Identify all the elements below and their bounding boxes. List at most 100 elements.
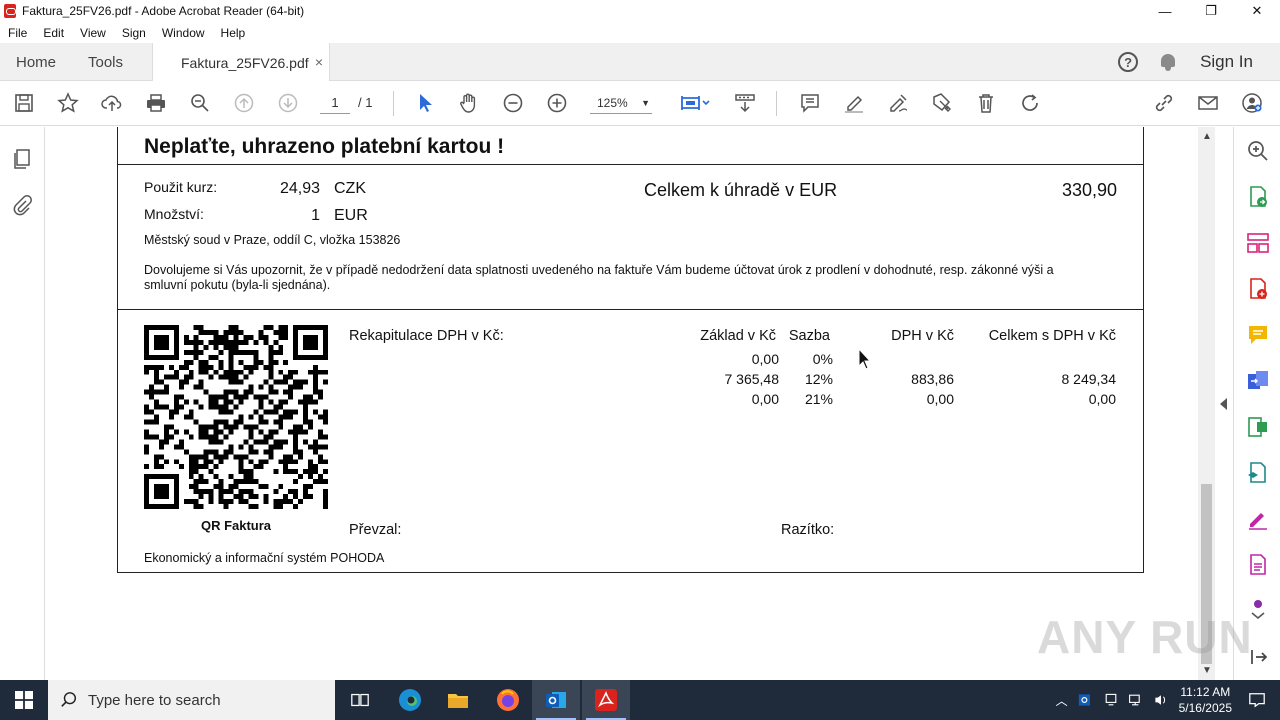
page-fit-icon[interactable]	[678, 91, 712, 115]
window-controls: — ❐ ✕	[1142, 0, 1280, 22]
menu-sign[interactable]: Sign	[114, 26, 154, 40]
collapse-right-panel-icon[interactable]	[1220, 398, 1227, 410]
close-tab-icon[interactable]: ×	[315, 54, 323, 70]
zoom-search-icon[interactable]	[188, 91, 212, 115]
rate-label: Použit kurz:	[144, 179, 218, 195]
upload-cloud-icon[interactable]	[100, 91, 124, 115]
menu-view[interactable]: View	[72, 26, 114, 40]
outlook-icon[interactable]	[532, 680, 580, 720]
edge-browser-icon[interactable]	[386, 680, 434, 720]
total-due-value: 330,90	[1061, 180, 1117, 200]
tab-row: Home Tools Faktura_25FV26.pdf × ? Sign I…	[0, 43, 1280, 82]
task-view-icon[interactable]	[336, 680, 384, 720]
stamp-label: Razítko:	[781, 522, 835, 538]
payment-status-heading: Neplaťte, uhrazeno platební kartou !	[144, 135, 505, 158]
menu-edit[interactable]: Edit	[35, 26, 72, 40]
highlight-pen-icon[interactable]	[842, 91, 866, 115]
create-pdf-icon[interactable]	[1246, 277, 1270, 301]
tab-tools[interactable]: Tools	[88, 43, 123, 81]
chevron-up-icon[interactable]: ︿	[1056, 692, 1068, 709]
received-by-label: Převzal:	[349, 522, 402, 538]
vat-header-base: Základ v Kč	[700, 328, 776, 344]
payment-notice-line-2: smluvní pokutu (byla-li sjednána).	[144, 278, 331, 292]
divider	[118, 164, 1143, 165]
stamp-sign-icon[interactable]	[930, 91, 954, 115]
combine-files-icon[interactable]	[1246, 369, 1270, 393]
scroll-up-arrow[interactable]: ▲	[1202, 131, 1212, 142]
sign-in-button[interactable]: Sign In	[1200, 52, 1253, 72]
zoom-level-value: 125%	[597, 96, 628, 110]
attachment-paperclip-icon[interactable]	[11, 194, 33, 216]
notifications-icon[interactable]	[1248, 691, 1266, 709]
star-icon[interactable]	[56, 91, 80, 115]
protect-pdf-icon[interactable]	[1246, 553, 1270, 577]
minimize-button[interactable]: —	[1142, 0, 1188, 22]
rotate-icon[interactable]	[1018, 91, 1042, 115]
qr-code-label: QR Faktura	[200, 518, 272, 533]
comment-tool-icon[interactable]	[1246, 323, 1270, 347]
share-link-icon[interactable]	[1152, 91, 1176, 115]
volume-icon[interactable]	[1153, 692, 1169, 708]
taskbar-search-box[interactable]: Type here to search	[48, 680, 335, 720]
draw-pen-icon[interactable]	[886, 91, 910, 115]
comment-icon[interactable]	[798, 91, 822, 115]
quantity-label: Množství:	[144, 206, 204, 222]
next-page-icon[interactable]	[276, 91, 300, 115]
page-number-input[interactable]: 1	[320, 92, 350, 114]
search-icon	[61, 692, 77, 707]
windows-taskbar: Type here to search ︿ 11:12 AM 5/16/2025	[0, 680, 1280, 720]
hand-tool-icon[interactable]	[457, 91, 481, 115]
document-view[interactable]: Neplaťte, uhrazeno platební kartou ! Pou…	[46, 127, 1198, 680]
previous-page-icon[interactable]	[232, 91, 256, 115]
save-icon[interactable]	[12, 91, 36, 115]
device-tray-icon[interactable]	[1103, 692, 1119, 708]
firefox-icon[interactable]	[484, 680, 532, 720]
total-due-label: Celkem k úhradě v EUR	[644, 180, 838, 200]
payment-notice-line-1: Dovolujeme si Vás upozornit, že v případ…	[144, 263, 1054, 277]
acrobat-app-icon	[4, 4, 16, 18]
network-icon[interactable]	[1128, 692, 1144, 708]
organize-pages-icon[interactable]	[1246, 231, 1270, 255]
select-cursor-icon[interactable]	[413, 91, 437, 115]
email-icon[interactable]	[1196, 91, 1220, 115]
tab-home[interactable]: Home	[16, 43, 56, 81]
edit-pdf-icon[interactable]	[1246, 415, 1270, 439]
fill-sign-icon[interactable]	[1246, 507, 1270, 531]
close-window-button[interactable]: ✕	[1234, 0, 1280, 22]
add-user-icon[interactable]	[1240, 91, 1264, 115]
maximize-button[interactable]: ❐	[1188, 0, 1234, 22]
vertical-scrollbar[interactable]: ▲ ▼	[1198, 127, 1215, 680]
acrobat-reader-taskbar-icon[interactable]	[582, 680, 630, 720]
scroll-mode-icon[interactable]	[733, 91, 757, 115]
export-pdf-icon[interactable]	[1246, 185, 1270, 209]
bell-icon[interactable]	[1160, 53, 1176, 71]
scan-ocr-icon[interactable]	[1246, 461, 1270, 485]
vat-cell-total: 8 249,34	[1061, 371, 1117, 387]
toolbar-divider	[776, 91, 777, 116]
zoom-level-select[interactable]: 125% ▼	[590, 92, 652, 114]
vat-summary-title: Rekapitulace DPH v Kč:	[349, 328, 504, 344]
vat-cell-rate: 12%	[804, 371, 833, 387]
vat-cell-base: 0,00	[751, 391, 779, 407]
taskbar-clock[interactable]: 11:12 AM 5/16/2025	[1179, 684, 1232, 716]
delete-trash-icon[interactable]	[974, 91, 998, 115]
zoom-out-icon[interactable]	[501, 91, 525, 115]
windows-logo-icon	[15, 691, 33, 709]
mouse-cursor-icon	[858, 348, 872, 370]
tab-document[interactable]: Faktura_25FV26.pdf ×	[152, 43, 330, 82]
zoom-in-icon[interactable]	[545, 91, 569, 115]
menu-help[interactable]: Help	[213, 26, 254, 40]
toolbar: 1 / 1 125% ▼	[0, 81, 1280, 126]
menu-file[interactable]: File	[0, 26, 35, 40]
page-thumbnails-icon[interactable]	[11, 148, 33, 170]
help-icon[interactable]: ?	[1118, 52, 1139, 72]
scroll-down-arrow[interactable]: ▼	[1202, 665, 1212, 676]
pdf-page: Neplaťte, uhrazeno platební kartou ! Pou…	[117, 127, 1144, 573]
file-explorer-icon[interactable]	[434, 680, 482, 720]
search-zoom-icon[interactable]	[1246, 139, 1270, 163]
vat-header-vat: DPH v Kč	[891, 328, 954, 344]
menu-window[interactable]: Window	[154, 26, 213, 40]
start-button[interactable]	[0, 680, 48, 720]
print-icon[interactable]	[144, 91, 168, 115]
outlook-tray-icon[interactable]	[1078, 692, 1094, 708]
